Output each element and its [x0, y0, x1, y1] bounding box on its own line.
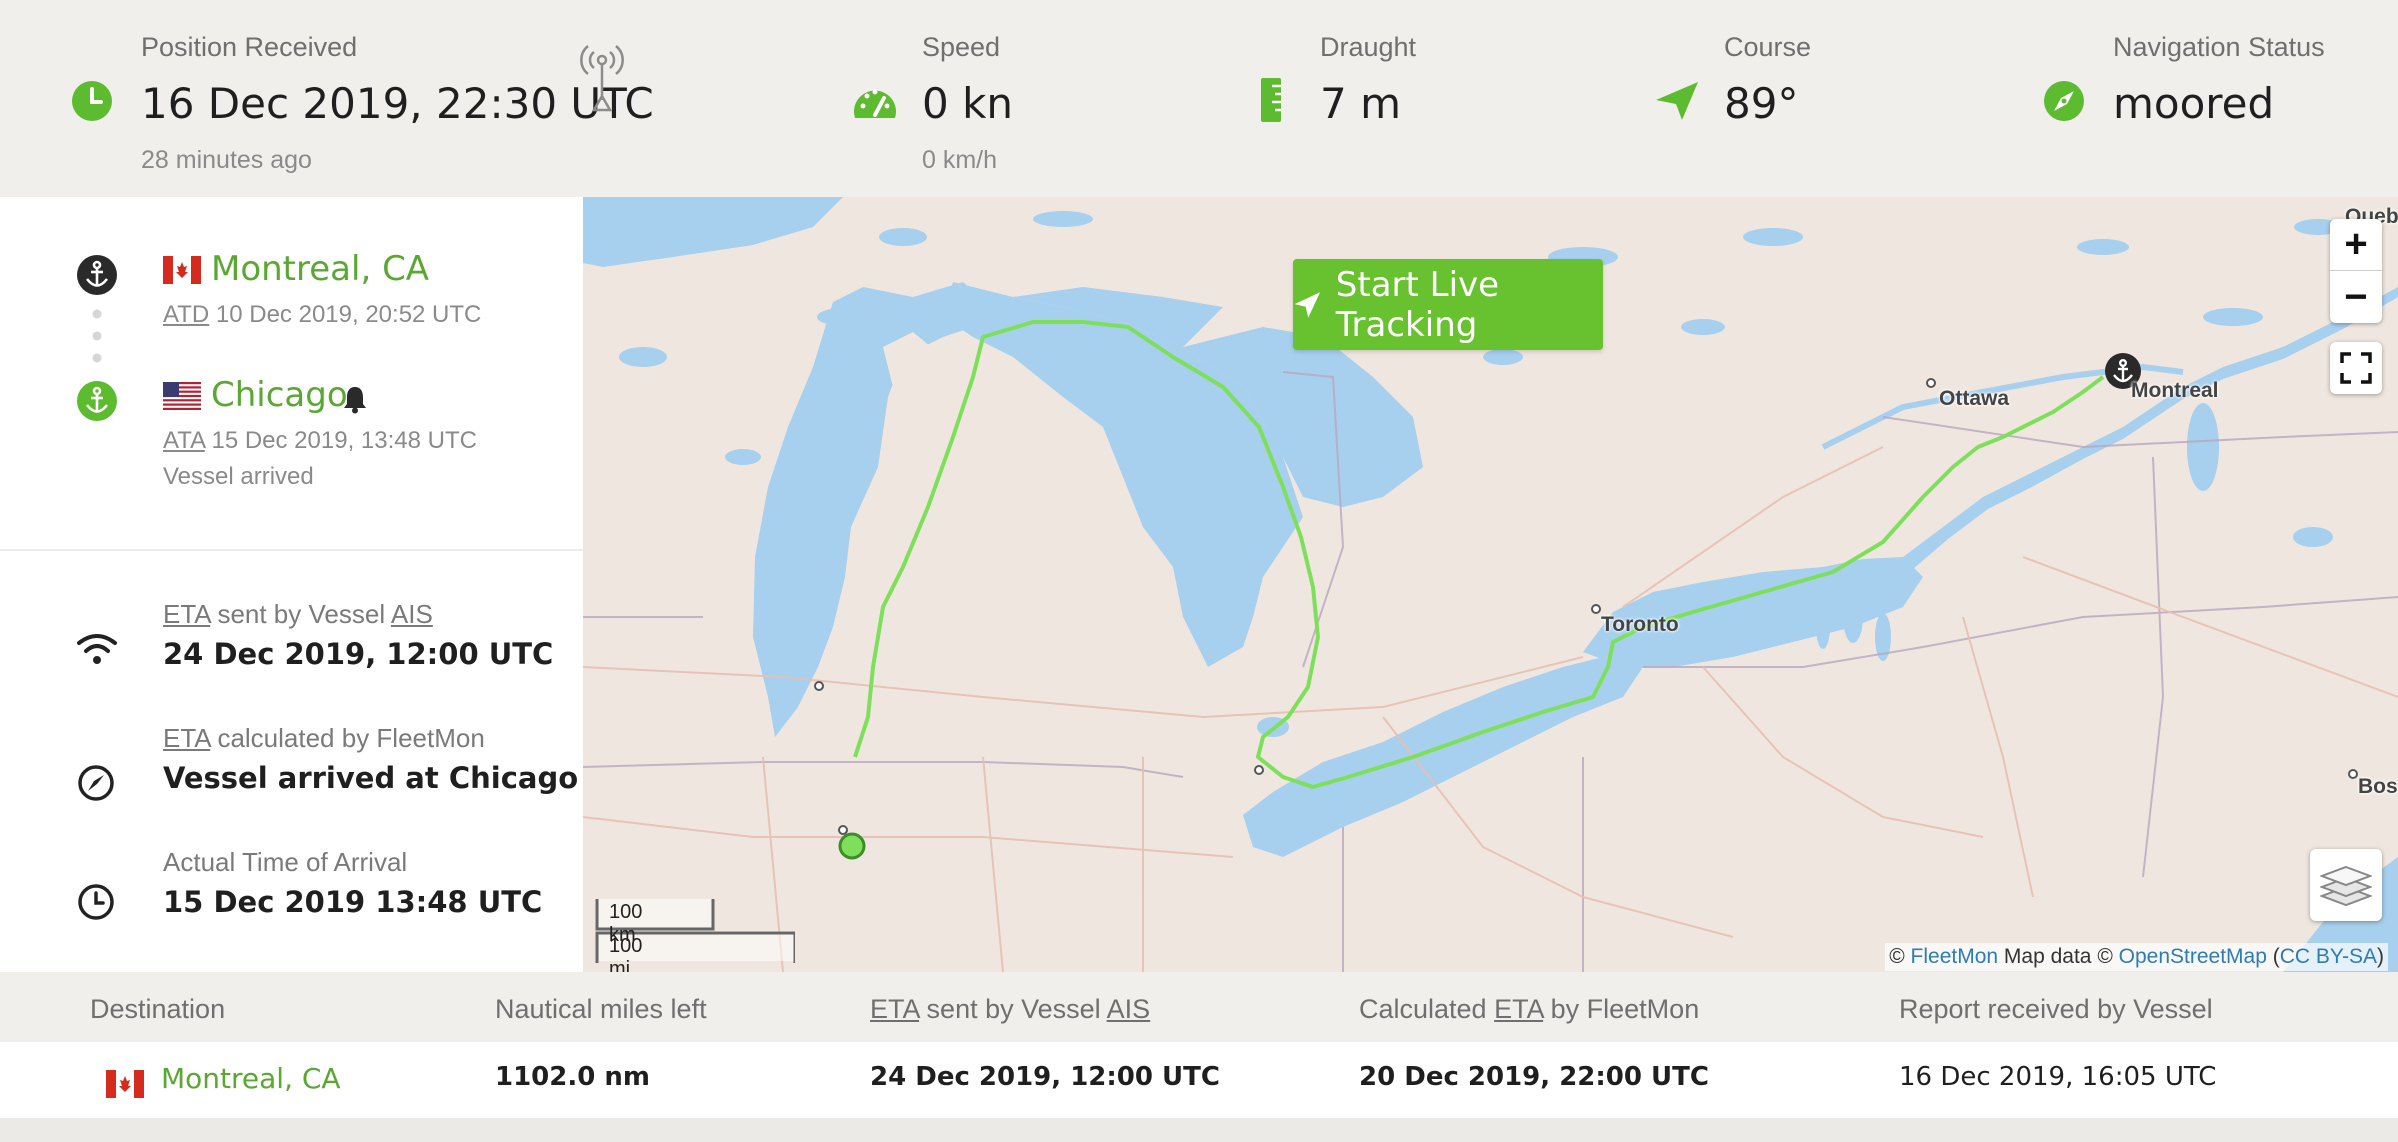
fullscreen-button[interactable]	[2330, 342, 2382, 394]
arrival-status: Vessel arrived	[163, 463, 314, 490]
speed-stat: Speed 0 kn 0 km/h	[922, 32, 1013, 175]
course-stat: Course 89°	[1724, 32, 1811, 128]
eta-calc-cell: 20 Dec 2019, 22:00 UTC	[1359, 1062, 1709, 1092]
speed-kmh: 0 km/h	[922, 146, 998, 174]
col-eta-calc: Calculated ETA by FleetMon	[1359, 994, 1700, 1024]
report-cell: 16 Dec 2019, 16:05 UTC	[1899, 1062, 2217, 1092]
col-destination: Destination	[90, 994, 226, 1024]
fullscreen-icon	[2340, 352, 2372, 384]
course-value: 89°	[1724, 79, 1799, 128]
eta-ais-value: 24 Dec 2019, 12:00 UTC	[163, 637, 554, 671]
wifi-signal-icon	[77, 634, 117, 664]
position-ago: 28 minutes ago	[141, 146, 312, 174]
eta-ais-cell: 24 Dec 2019, 12:00 UTC	[870, 1062, 1220, 1092]
draught-stat: Draught 7 m	[1320, 32, 1416, 128]
col-eta-ais: ETA sent by Vessel AIS	[870, 994, 1151, 1024]
arrival-port-link[interactable]: Chicago	[211, 375, 348, 415]
voyage-panel: Montreal, CA ATD 10 Dec 2019, 20:52 UTC …	[0, 197, 583, 972]
map-attribution: © FleetMon Map data © OpenStreetMap (CC …	[1885, 943, 2388, 971]
draught-label: Draught	[1320, 32, 1417, 62]
departure-time: ATD 10 Dec 2019, 20:52 UTC	[163, 301, 482, 328]
nav-status-value: moored	[2113, 79, 2275, 128]
compass-outline-icon	[78, 765, 114, 801]
course-label: Course	[1724, 32, 1812, 62]
course-arrow-icon	[1656, 82, 1698, 120]
scale-mi: 100 mi	[609, 935, 643, 972]
zoom-in-button[interactable]: +	[2330, 219, 2382, 271]
navigation-arrow-icon	[1294, 291, 1321, 318]
actual-arrival-label: Actual Time of Arrival	[163, 847, 408, 877]
usa-flag-icon	[163, 382, 201, 410]
route-dots	[92, 309, 102, 363]
bell-icon[interactable]	[340, 384, 370, 414]
layers-icon	[2320, 865, 2372, 907]
speed-value: 0 kn	[922, 79, 1014, 128]
anchor-icon	[77, 255, 117, 295]
ruler-icon	[1261, 78, 1281, 122]
panel-divider	[0, 549, 583, 551]
eta-fleetmon-value: Vessel arrived at Chicago	[163, 761, 579, 795]
departure-port-link[interactable]: Montreal, CA	[211, 249, 429, 289]
fleetmon-link[interactable]: FleetMon	[1911, 945, 1999, 968]
start-live-tracking-button[interactable]: Start Live Tracking	[1293, 259, 1603, 350]
vessel-map[interactable]: Ottawa Montreal Toronto Queb Bos Start L…	[583, 197, 2398, 972]
nm-left-value: 1102.0 nm	[495, 1062, 650, 1092]
eta-ais-label: ETA sent by Vessel AIS	[163, 599, 433, 629]
col-nm-left: Nautical miles left	[495, 994, 707, 1024]
table-footer	[0, 1118, 2398, 1142]
city-label-toronto: Toronto	[1601, 613, 1679, 636]
compass-icon	[2044, 81, 2084, 121]
nav-status-stat: Navigation Status moored	[2113, 32, 2325, 128]
vessel-stats-bar: Position Received 16 Dec 2019, 22:30 UTC…	[0, 0, 2398, 197]
osm-link[interactable]: OpenStreetMap	[2119, 945, 2267, 968]
license-link[interactable]: CC BY-SA	[2280, 945, 2377, 968]
anchor-icon	[77, 381, 117, 421]
table-row: Montreal, CA 1102.0 nm 24 Dec 2019, 12:0…	[0, 1042, 2398, 1118]
city-label-ottawa: Ottawa	[1939, 387, 2010, 410]
speed-label: Speed	[922, 32, 1001, 62]
ais-antenna-icon	[580, 45, 624, 112]
destination-link[interactable]: Montreal, CA	[161, 1062, 341, 1095]
nav-status-label: Navigation Status	[2113, 32, 2325, 62]
canada-flag-icon	[106, 1070, 144, 1098]
eta-fleetmon-label: ETA calculated by FleetMon	[163, 723, 485, 753]
layers-button[interactable]	[2310, 849, 2382, 921]
zoom-control: + −	[2330, 219, 2382, 323]
actual-arrival-value: 15 Dec 2019 13:48 UTC	[163, 885, 543, 919]
canada-flag-icon	[163, 256, 201, 284]
draught-value: 7 m	[1320, 79, 1401, 128]
destination-table-header: Destination Nautical miles left ETA sent…	[0, 972, 2398, 1042]
vessel-position-marker[interactable]	[838, 832, 866, 860]
city-label-boston: Bos	[2358, 775, 2398, 798]
start-live-tracking-label: Start Live Tracking	[1335, 264, 1500, 345]
zoom-out-button[interactable]: −	[2330, 271, 2382, 323]
city-label-montreal: Montreal	[2131, 379, 2219, 402]
arrival-time: ATA 15 Dec 2019, 13:48 UTC	[163, 427, 477, 454]
col-report: Report received by Vessel	[1899, 994, 2213, 1024]
clock-icon	[72, 81, 112, 121]
clock-outline-icon	[78, 884, 114, 920]
speedometer-icon	[854, 89, 896, 118]
